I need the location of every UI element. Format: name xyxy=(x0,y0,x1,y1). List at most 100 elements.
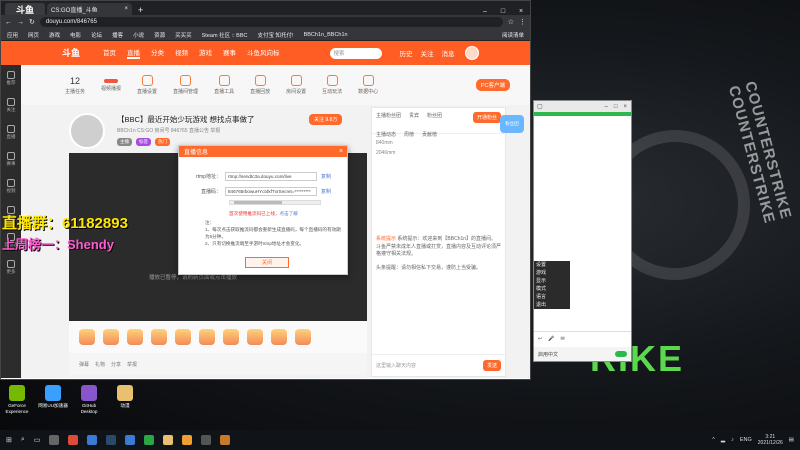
chat-tab[interactable]: 周榜 xyxy=(404,131,414,138)
copy-rtmp-button[interactable]: 复制 xyxy=(321,173,331,180)
bookmark-item[interactable]: 论坛 xyxy=(91,31,102,39)
app-icon[interactable] xyxy=(125,435,136,445)
sidebar-item-video[interactable]: 视频 xyxy=(7,179,16,194)
chat-tab[interactable]: 主播粉丝团 xyxy=(376,112,401,123)
bookmark-item[interactable]: 支付宝 知托付! xyxy=(258,31,294,39)
send-button[interactable]: 发送 xyxy=(482,360,501,371)
sidebar-item-events[interactable]: 赛事 xyxy=(7,152,16,167)
nav-games[interactable]: 游戏 xyxy=(199,47,212,59)
gift-icon[interactable] xyxy=(79,329,95,345)
toolbar-item[interactable]: 房间设置 xyxy=(286,75,306,95)
desktop-icon-geforce[interactable]: GeForce Experience xyxy=(2,385,32,414)
bookmark-item[interactable]: BBCh1n_BBCh1n xyxy=(304,32,348,38)
chat-tab[interactable]: 主播动态 xyxy=(376,131,396,138)
gift-icon[interactable] xyxy=(103,329,119,345)
new-tab-icon[interactable]: + xyxy=(132,5,149,15)
key-scrollbar[interactable] xyxy=(229,200,321,205)
menu-item[interactable]: 退出 xyxy=(536,301,570,309)
nav-events[interactable]: 赛事 xyxy=(223,47,236,59)
gift-icon[interactable] xyxy=(199,329,215,345)
notification-icon[interactable]: ▤ xyxy=(789,437,794,443)
gift-icon[interactable] xyxy=(295,329,311,345)
nav-home[interactable]: 首页 xyxy=(103,47,116,59)
room-tag[interactable]: 主播 xyxy=(117,138,132,146)
nav-category[interactable]: 分类 xyxy=(151,47,164,59)
bookmark-item[interactable]: 小说 xyxy=(133,31,144,39)
app-icon[interactable] xyxy=(87,435,98,445)
chat-input[interactable]: 这里输入聊天内容 xyxy=(376,362,416,369)
toggle-switch[interactable] xyxy=(615,351,627,357)
open-fan-button[interactable]: 开通粉丝 xyxy=(472,112,501,123)
volume-icon[interactable]: ♪ xyxy=(731,437,734,443)
csgo-icon[interactable] xyxy=(182,435,193,445)
action-share[interactable]: 分享 xyxy=(111,361,121,368)
chat-tab[interactable]: 贡献榜 xyxy=(422,131,437,138)
mail-icon[interactable]: ✉ xyxy=(560,336,564,342)
bookmark-item[interactable]: 网页 xyxy=(28,31,39,39)
gift-icon[interactable] xyxy=(175,329,191,345)
douyu-logo[interactable]: 斗鱼 xyxy=(62,46,80,59)
follow-button[interactable]: 关注 9.8万 xyxy=(309,114,343,125)
steam-icon[interactable] xyxy=(106,435,117,445)
back-icon[interactable]: ← xyxy=(5,19,12,26)
maximize-icon[interactable]: □ xyxy=(494,8,512,15)
mic-icon[interactable]: 🎤 xyxy=(548,336,554,342)
douyu-tab-logo[interactable]: 斗鱼 xyxy=(5,3,45,15)
toolbar-item[interactable]: 直播工具 xyxy=(214,75,234,95)
star-icon[interactable]: ☆ xyxy=(508,18,514,26)
menu-item[interactable]: 模式 xyxy=(536,285,570,293)
minimize-icon[interactable]: – xyxy=(476,8,494,15)
key-field[interactable]: 846765rbowuHYct4kfTxrSecret=********* xyxy=(225,187,317,196)
undo-icon[interactable]: ↩ xyxy=(538,336,542,342)
dialog-close-button[interactable]: 关闭 xyxy=(245,257,289,268)
nav-trend[interactable]: 斗鱼风向标 xyxy=(247,47,280,59)
tab-close-icon[interactable]: × xyxy=(124,6,128,12)
follow-icon[interactable]: 关注 xyxy=(421,48,434,58)
url-field[interactable]: douyu.com/846765 xyxy=(39,17,503,27)
clock[interactable]: 3:21 2021/12/26 xyxy=(758,434,783,447)
minimize-icon[interactable]: – xyxy=(605,104,608,110)
chat-tab[interactable]: 贵宾 xyxy=(409,112,419,123)
bookmark-item[interactable]: 应用 xyxy=(7,31,18,39)
reading-list[interactable]: 阅读清单 xyxy=(502,31,530,39)
room-tag[interactable]: 热门 xyxy=(155,138,170,146)
toolbar-item[interactable]: 直播回放 xyxy=(250,75,270,95)
app-icon[interactable] xyxy=(201,435,212,445)
extensions-icon[interactable]: ⋮ xyxy=(519,18,526,26)
scrollbar-thumb[interactable] xyxy=(234,201,282,204)
sidebar-item-more[interactable]: 更多 xyxy=(7,260,16,275)
bookmark-item[interactable]: 买买买 xyxy=(175,31,192,39)
toolbar-item[interactable]: 互动玩法 xyxy=(322,75,342,95)
toolbar-item[interactable]: 直播设置 xyxy=(137,75,157,95)
action-report[interactable]: 举报 xyxy=(127,361,137,368)
user-avatar[interactable] xyxy=(464,46,479,60)
chat-tab[interactable]: 粉丝团 xyxy=(427,112,442,123)
gift-icon[interactable] xyxy=(151,329,167,345)
toolbar-item[interactable]: 数据中心 xyxy=(358,75,378,95)
nav-video[interactable]: 视频 xyxy=(175,47,188,59)
sidebar-item-live[interactable]: 直播 xyxy=(7,125,16,140)
douyu-search-input[interactable]: 搜索 xyxy=(329,47,382,59)
room-tag[interactable]: 标签 xyxy=(136,138,151,146)
menu-item[interactable]: 显示 xyxy=(536,277,570,285)
message-icon[interactable]: 消息 xyxy=(442,48,455,58)
fan-badge[interactable]: 粉丝团 xyxy=(500,115,524,133)
tray-up-icon[interactable]: ^ xyxy=(712,437,715,443)
streamer-avatar[interactable] xyxy=(69,113,105,149)
sidebar-item-follow[interactable]: 关注 xyxy=(7,98,16,113)
rtmp-field[interactable]: rtmp://sendtc3a.douyu.com/live xyxy=(225,172,317,181)
obs-icon[interactable] xyxy=(49,435,60,445)
bookmark-item[interactable]: 电影 xyxy=(70,31,81,39)
dialog-close-icon[interactable]: × xyxy=(339,148,347,155)
gift-icon[interactable] xyxy=(271,329,287,345)
close-window-icon[interactable]: × xyxy=(623,104,627,110)
search-icon[interactable]: ⌕ xyxy=(21,436,25,444)
toolbar-item-tasks[interactable]: 12 主播任务 xyxy=(65,76,85,95)
task-view-icon[interactable]: ▭ xyxy=(34,436,41,444)
menu-item[interactable]: 游戏 xyxy=(536,269,570,277)
action-danmu[interactable]: 弹幕 xyxy=(79,361,89,368)
menu-item[interactable]: 语言 xyxy=(536,293,570,301)
windows-start-icon[interactable]: ⊞ xyxy=(6,436,12,444)
bookmark-item[interactable]: 资源 xyxy=(154,31,165,39)
toolbar-item[interactable]: 直播间管理 xyxy=(173,75,198,95)
